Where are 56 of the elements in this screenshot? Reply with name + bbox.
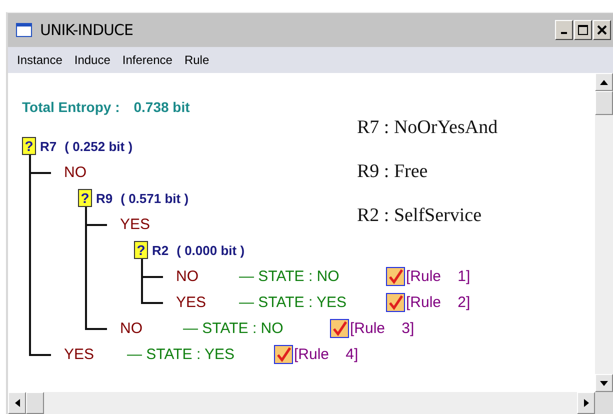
branch-value: NO <box>120 320 144 336</box>
scroll-thumb[interactable] <box>26 392 44 414</box>
rule-label: [Rule 1] <box>406 268 470 284</box>
legend-text: R2 : SelfService <box>357 205 483 227</box>
checkbox[interactable] <box>274 344 293 364</box>
branch-value: NO <box>64 164 88 180</box>
branch-value: YES <box>64 346 96 362</box>
rule-label: [Rule 4] <box>294 346 358 362</box>
window-icon <box>16 23 32 37</box>
question-mark-icon: ? <box>134 241 148 259</box>
entropy-label: Total Entropy : <box>22 99 120 115</box>
scroll-up-button[interactable] <box>595 73 613 91</box>
menu-item[interactable]: Instance <box>17 53 62 67</box>
node-label: R7 <box>40 138 57 154</box>
vertical-scrollbar[interactable] <box>595 73 613 392</box>
branch-value: NO <box>176 268 200 284</box>
node-label: R2 <box>152 242 169 258</box>
branch-value: YES <box>176 294 208 310</box>
horizontal-scrollbar[interactable] <box>8 392 613 414</box>
question-mark-icon: ? <box>22 137 36 155</box>
window-title: UNIK-INDUCE <box>40 21 133 39</box>
state-label: — STATE : NO <box>239 268 340 284</box>
menu-item[interactable]: Induce <box>74 53 110 67</box>
checkbox[interactable] <box>330 318 349 338</box>
checkbox[interactable] <box>386 266 405 286</box>
left-arrow-icon <box>14 399 20 407</box>
node-label: R9 <box>96 190 113 206</box>
scroll-right-button[interactable] <box>577 392 595 414</box>
legend-text: R7 : NoOrYesAnd <box>357 117 498 139</box>
scroll-thumb[interactable] <box>595 91 613 115</box>
scroll-left-button[interactable] <box>8 392 26 414</box>
right-arrow-icon <box>584 399 588 407</box>
rule-label: [Rule 3] <box>350 320 414 336</box>
maximize-icon <box>578 25 588 35</box>
legend-text: R9 : Free <box>357 161 429 183</box>
menu-item[interactable]: Rule <box>184 53 210 67</box>
menu-item[interactable]: Inference <box>122 53 172 67</box>
scrollbar-corner <box>595 392 613 414</box>
node-entropy: ( 0.000 bit ) <box>176 242 245 258</box>
down-arrow-icon <box>600 380 608 386</box>
entropy-value: 0.738 bit <box>134 99 190 115</box>
node-entropy: ( 0.571 bit ) <box>120 190 189 206</box>
state-label: — STATE : YES <box>127 346 236 362</box>
minimize-button[interactable] <box>555 20 573 40</box>
scroll-down-button[interactable] <box>595 374 613 392</box>
close-icon <box>597 25 607 35</box>
up-arrow-icon <box>600 80 608 84</box>
question-mark-icon: ? <box>78 189 92 207</box>
state-label: — STATE : NO <box>183 320 284 336</box>
rule-label: [Rule 2] <box>406 294 470 310</box>
checkbox[interactable] <box>386 292 405 312</box>
node-entropy: ( 0.252 bit ) <box>64 138 133 154</box>
maximize-button[interactable] <box>574 20 592 40</box>
close-button[interactable] <box>593 20 611 40</box>
branch-value: YES <box>120 216 152 232</box>
state-label: — STATE : YES <box>239 294 348 310</box>
